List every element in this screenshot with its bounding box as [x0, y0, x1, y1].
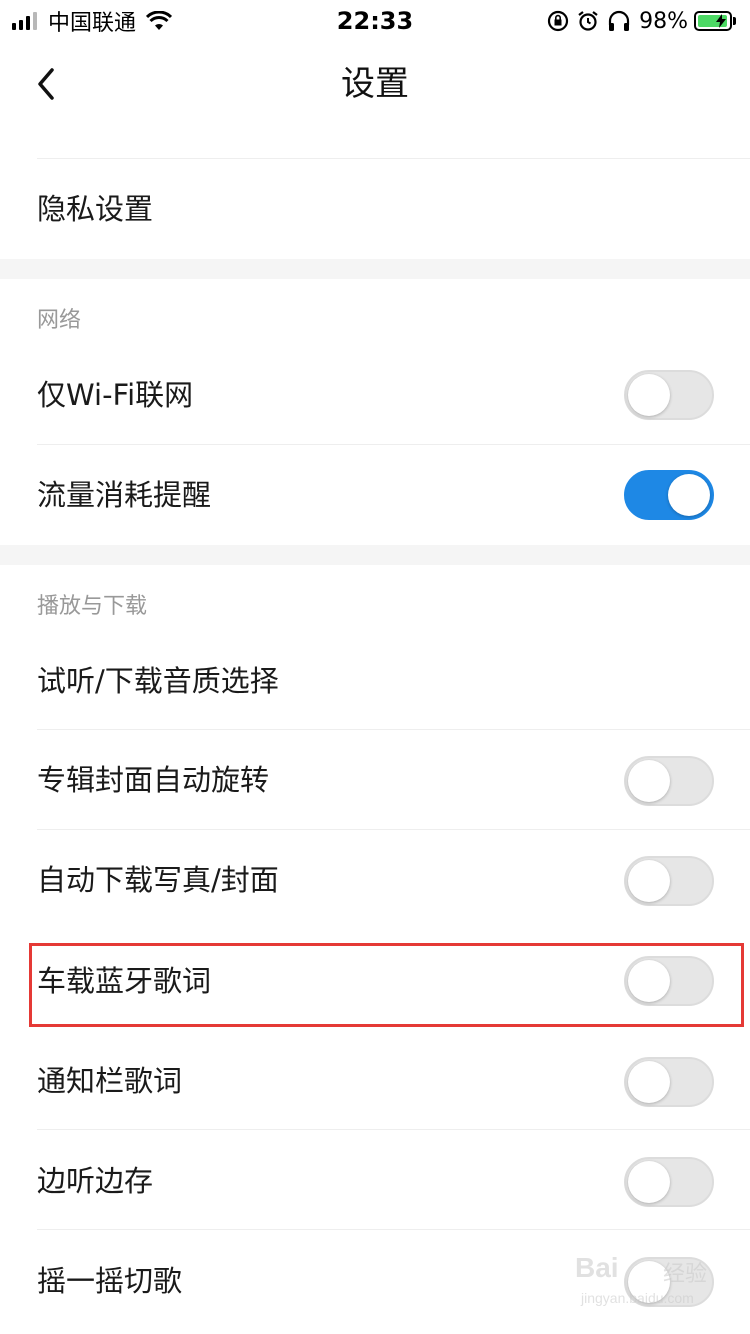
alarm-icon [578, 11, 598, 31]
status-bar: 中国联通 22:33 98% [0, 0, 750, 42]
auto-download-cover-row[interactable]: 自动下载写真/封面 [0, 830, 750, 930]
baidu-jingyan-watermark: Bai 经验 jingyan.baidu.com [575, 1246, 735, 1318]
shake-to-skip-label: 摇一摇切歌 [37, 1264, 183, 1298]
privacy-settings-row[interactable]: 隐私设置 [0, 159, 750, 259]
car-bluetooth-lyrics-label: 车载蓝牙歌词 [37, 964, 212, 998]
auto-download-cover-toggle[interactable] [624, 856, 714, 906]
album-cover-rotate-toggle[interactable] [624, 756, 714, 806]
battery-icon [694, 11, 732, 31]
section-network: 网络 [0, 279, 750, 343]
section-playback: 播放与下载 [0, 565, 750, 629]
notification-lyrics-row[interactable]: 通知栏歌词 [0, 1030, 750, 1130]
section-header-playback: 播放与下载 [37, 594, 148, 619]
wifi-only-toggle[interactable] [624, 370, 714, 420]
cache-while-listening-row[interactable]: 边听边存 [0, 1130, 750, 1230]
auto-download-cover-label: 自动下载写真/封面 [37, 863, 279, 897]
data-usage-alert-label: 流量消耗提醒 [37, 478, 212, 512]
watermark-brand-cn: 经验 [663, 1262, 708, 1287]
headphones-icon [608, 10, 630, 31]
cache-while-listening-label: 边听边存 [37, 1164, 154, 1198]
cache-while-listening-toggle[interactable] [624, 1157, 714, 1207]
watermark-brand: Bai [575, 1252, 619, 1283]
watermark-url: jingyan.baidu.com [581, 1290, 694, 1306]
battery-percent: 98% [639, 8, 688, 34]
album-cover-rotate-label: 专辑封面自动旋转 [37, 763, 270, 797]
notification-lyrics-toggle[interactable] [624, 1057, 714, 1107]
car-bluetooth-lyrics-toggle[interactable] [624, 956, 714, 1006]
section-header-network: 网络 [37, 308, 82, 333]
data-usage-alert-row[interactable]: 流量消耗提醒 [0, 445, 750, 545]
audio-quality-label: 试听/下载音质选择 [37, 664, 279, 698]
data-usage-alert-toggle[interactable] [624, 470, 714, 520]
privacy-settings-label: 隐私设置 [37, 192, 154, 226]
nav-bar: 设置 [0, 42, 750, 128]
notification-lyrics-label: 通知栏歌词 [37, 1064, 183, 1098]
audio-quality-row[interactable]: 试听/下载音质选择 [0, 629, 750, 730]
orientation-lock-icon [547, 10, 569, 32]
wifi-only-row[interactable]: 仅Wi-Fi联网 [0, 343, 750, 445]
car-bluetooth-lyrics-row[interactable]: 车载蓝牙歌词 [0, 930, 750, 1030]
page-title: 设置 [341, 64, 409, 104]
wifi-only-label: 仅Wi-Fi联网 [37, 378, 194, 412]
album-cover-rotate-row[interactable]: 专辑封面自动旋转 [0, 730, 750, 830]
